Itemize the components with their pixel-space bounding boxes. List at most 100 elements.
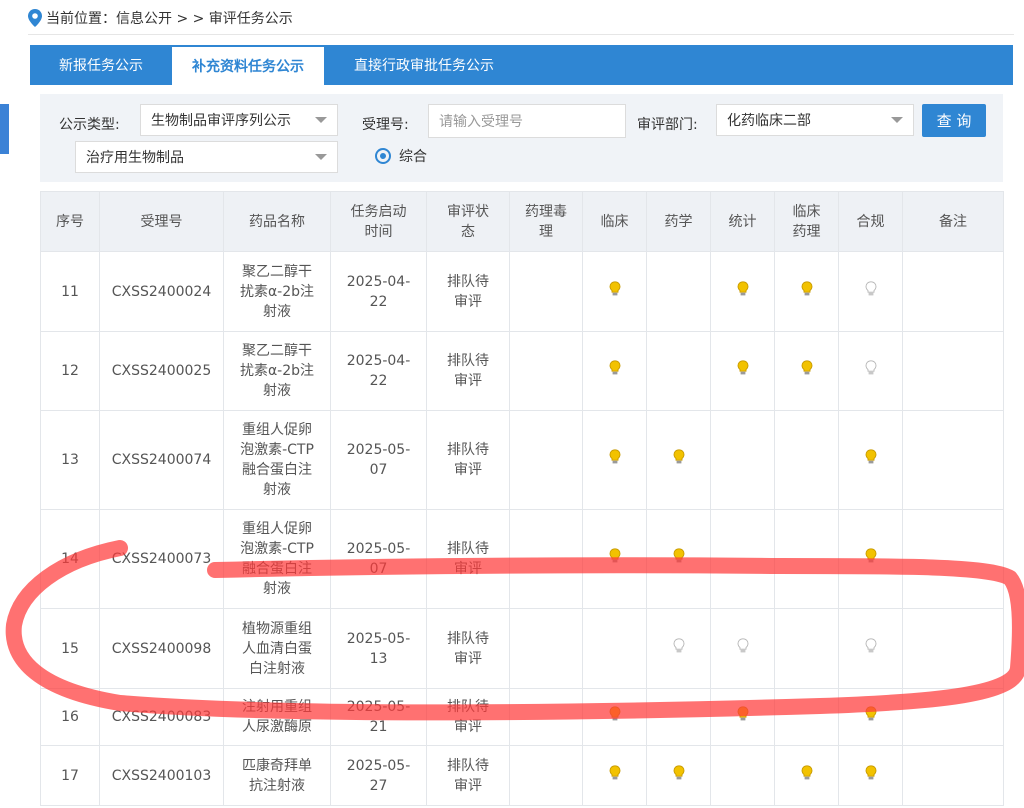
tab-supplementary[interactable]: 补充资料任务公示 [172,47,324,85]
lightbulb-off-icon [865,280,876,295]
column-header: 任务启动 时间 [330,191,427,252]
row-number: 15 [40,608,100,689]
review-dept-cell [774,745,839,806]
column-header: 统计 [710,191,775,252]
query-button[interactable]: 查 询 [922,104,986,137]
lightbulb-on-icon [801,764,812,779]
breadcrumb-path[interactable]: 信息公开 > > 审评任务公示 [116,8,293,28]
row-number: 12 [40,331,100,411]
review-dept-cell [838,410,903,510]
lightbulb-off-icon [737,637,748,652]
lightbulb-on-icon [865,449,876,464]
row-number: 13 [40,410,100,510]
dept-label: 审评部门: [637,117,698,133]
review-dept-cell [774,509,839,609]
review-dept-cell [646,331,711,411]
review-dept-cell [582,745,647,806]
tab-new-report[interactable]: 新报任务公示 [30,45,172,85]
review-dept-cell [646,745,711,806]
review-status: 排队待 审评 [426,608,510,689]
lightbulb-on-icon [673,449,684,464]
lightbulb-off-icon [865,637,876,652]
review-dept-cell [646,608,711,689]
review-dept-cell [509,688,583,746]
comprehensive-radio[interactable]: 综合 [375,146,427,166]
review-dept-cell [646,688,711,746]
review-dept-cell [774,688,839,746]
tab-direct-approval[interactable]: 直接行政审批任务公示 [324,45,524,85]
radio-selected-icon [375,148,391,164]
review-dept-cell [710,509,775,609]
subtype-select[interactable]: 治疗用生物制品 [75,141,338,173]
table-row: 17 CXSS2400103 匹康奇拜单 抗注射液 2025-05- 27 排队待 审评 [40,745,1004,806]
chevron-down-icon [315,117,327,123]
column-header: 药学 [646,191,711,252]
acceptance-number: CXSS2400074 [99,410,224,510]
review-dept-cell [774,251,839,332]
remark-cell [902,410,1004,510]
lightbulb-on-icon [609,706,620,721]
filter-panel: 公示类型: 生物制品审评序列公示 受理号: 请输入受理号 审评部门: 化药临床二… [40,94,1003,182]
lightbulb-on-icon [609,360,620,375]
accept-number-input[interactable]: 请输入受理号 [428,104,626,138]
review-status: 排队待 审评 [426,410,510,510]
review-dept-cell [509,410,583,510]
location-pin-icon [28,9,42,27]
review-status: 排队待 审评 [426,745,510,806]
start-date: 2025-05- 21 [330,688,427,746]
lightbulb-on-icon [609,548,620,563]
review-dept-cell [710,688,775,746]
acceptance-number: CXSS2400073 [99,509,224,609]
start-date: 2025-04- 22 [330,251,427,332]
review-dept-cell [774,608,839,689]
chevron-down-icon [891,117,903,123]
review-dept-cell [774,331,839,411]
review-dept-cell [509,745,583,806]
review-dept-cell [838,331,903,411]
review-dept-cell [710,410,775,510]
lightbulb-on-icon [673,548,684,563]
subtype-select-value: 治疗用生物制品 [86,150,184,166]
start-date: 2025-05- 13 [330,608,427,689]
drug-name: 植物源重组 人血清白蛋 白注射液 [223,608,331,689]
chevron-down-icon [315,154,327,160]
left-sidebar-accent [0,104,9,154]
remark-cell [902,251,1004,332]
row-number: 11 [40,251,100,332]
column-header: 临床 [582,191,647,252]
drug-name: 重组人促卵 泡激素-CTP 融合蛋白注 射液 [223,509,331,609]
column-header: 序号 [40,191,100,252]
radio-label: 综合 [399,149,427,165]
breadcrumb: 当前位置： 信息公开 > > 审评任务公示 [28,6,293,30]
row-number: 16 [40,688,100,746]
start-date: 2025-04- 22 [330,331,427,411]
table-row: 14 CXSS2400073 重组人促卵 泡激素-CTP 融合蛋白注 射液 2025-05-… [40,509,1004,609]
remark-cell [902,745,1004,806]
drug-name: 聚乙二醇干 扰素α-2b注 射液 [223,331,331,411]
acceptance-number: CXSS2400024 [99,251,224,332]
table-row: 12 CXSS2400025 聚乙二醇干 扰素α-2b注 射液 2025-04- 22 排队待… [40,331,1004,411]
type-select[interactable]: 生物制品审评序列公示 [140,104,338,136]
review-dept-cell [710,251,775,332]
dept-select[interactable]: 化药临床二部 [716,104,914,136]
table-row: 13 CXSS2400074 重组人促卵 泡激素-CTP 融合蛋白注 射液 2025-05-… [40,410,1004,510]
table-row: 11 CXSS2400024 聚乙二醇干 扰素α-2b注 射液 2025-04- 22 排队待… [40,251,1004,332]
review-dept-cell [710,331,775,411]
acceptance-number: CXSS2400103 [99,745,224,806]
review-dept-cell [509,608,583,689]
review-dept-cell [646,410,711,510]
remark-cell [902,331,1004,411]
review-dept-cell [646,251,711,332]
task-table: 序号 受理号 药品名称 任务启动 时间 审评状态药理毒理临床 药学 统计 临床 药理 合规 备注 11… [40,191,1004,806]
lightbulb-on-icon [609,764,620,779]
column-header: 受理号 [99,191,224,252]
drug-name: 匹康奇拜单 抗注射液 [223,745,331,806]
review-dept-cell [582,688,647,746]
table-header-row: 序号 受理号 药品名称 任务启动 时间 审评状态药理毒理临床 药学 统计 临床 药理 合规 备注 [40,191,1004,252]
start-date: 2025-05- 07 [330,410,427,510]
review-dept-cell [838,608,903,689]
acceptance-number: CXSS2400025 [99,331,224,411]
lightbulb-on-icon [609,280,620,295]
review-dept-cell [509,331,583,411]
review-dept-cell [838,251,903,332]
